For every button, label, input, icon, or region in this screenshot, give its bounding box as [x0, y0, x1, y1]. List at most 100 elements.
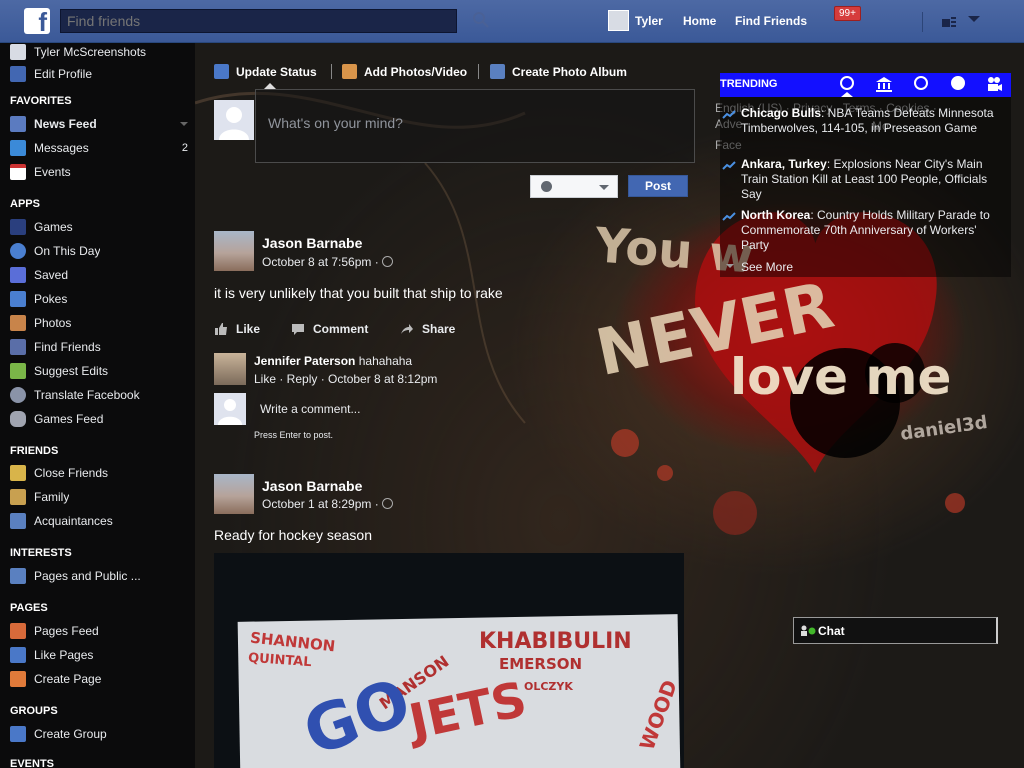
sidebar-item-create-group[interactable]: Create Group — [10, 725, 190, 743]
facebook-logo[interactable]: f — [24, 8, 50, 34]
sidebar-item-edit-profile[interactable]: Edit Profile — [10, 65, 190, 83]
press-enter-hint: Press Enter to post. — [254, 430, 334, 440]
top-navigation-bar: f Tyler Home Find Friends 99+ — [0, 0, 1024, 43]
trending-tab-politics-icon[interactable] — [840, 76, 854, 90]
clock-icon — [10, 243, 26, 259]
trending-tab-sports-icon[interactable] — [951, 76, 965, 90]
post-button[interactable]: Post — [628, 175, 688, 197]
logo-letter: f — [38, 8, 47, 34]
tab-add-photos[interactable]: Add Photos/Video — [342, 64, 467, 79]
trending-item[interactable]: Ankara, Turkey: Explosions Near City's M… — [741, 157, 1007, 202]
sidebar-heading-friends: FRIENDS — [10, 445, 59, 457]
action-label: Like — [236, 322, 261, 336]
tab-create-album[interactable]: Create Photo Album — [490, 64, 627, 79]
sidebar-item-label: News Feed — [34, 117, 97, 131]
nav-profile-link[interactable]: Tyler — [635, 14, 663, 28]
sidebar-item-find-friends[interactable]: Find Friends — [10, 338, 190, 356]
see-more-link[interactable]: See More — [741, 260, 793, 274]
sidebar-item-pokes[interactable]: Pokes — [10, 290, 190, 308]
sidebar-item-messages[interactable]: Messages 2 — [10, 139, 190, 157]
camera-icon — [342, 64, 357, 79]
status-textarea[interactable]: What's on your mind? — [255, 83, 695, 163]
avatar[interactable] — [214, 353, 246, 385]
post-photo[interactable]: SHANNON QUINTAL KHABIBULIN EMERSON MANSO… — [214, 553, 684, 768]
tab-label: Add Photos/Video — [364, 64, 468, 79]
trending-up-icon — [722, 161, 736, 170]
news-feed-options-icon[interactable] — [180, 122, 188, 126]
tab-divider — [478, 64, 479, 79]
sidebar-item-on-this-day[interactable]: On This Day — [10, 242, 190, 260]
trending-tab-entertainment-icon[interactable] — [986, 76, 1002, 92]
sidebar-item-like-pages[interactable]: Like Pages — [10, 646, 190, 664]
trending-tab-government-icon[interactable] — [875, 76, 893, 92]
search-input[interactable] — [60, 9, 457, 33]
trending-item[interactable]: Chicago Bulls: NBA Teams Defeats Minneso… — [741, 106, 1007, 136]
globe-icon — [10, 387, 26, 403]
sidebar-item-label: Photos — [34, 316, 72, 330]
post-timestamp[interactable]: October 8 at 7:56pm · — [262, 255, 393, 269]
profile-avatar-icon — [10, 44, 26, 60]
thumbs-up-icon — [215, 323, 227, 335]
sidebar-item-family[interactable]: Family — [10, 488, 190, 506]
share-button[interactable]: Share — [400, 322, 455, 336]
trending-tab-science-icon[interactable] — [914, 76, 928, 90]
like-button[interactable]: Like — [214, 322, 260, 336]
comment-button[interactable]: Comment — [291, 322, 368, 336]
sidebar-item-label: Edit Profile — [34, 67, 93, 81]
sidebar-item-games-feed[interactable]: Games Feed — [10, 410, 190, 428]
avatar[interactable] — [214, 231, 254, 271]
sidebar-item-translate[interactable]: Translate Facebook — [10, 386, 190, 404]
sidebar-item-label: Messages — [34, 141, 89, 155]
trending-item[interactable]: North Korea: Country Holds Military Para… — [741, 208, 1007, 253]
sidebar-item-photos[interactable]: Photos — [10, 314, 190, 332]
chat-bar[interactable]: Chat — [793, 617, 998, 644]
calendar-icon — [10, 164, 26, 180]
chevron-down-icon — [726, 264, 734, 268]
sidebar-item-news-feed[interactable]: News Feed — [10, 115, 190, 133]
sidebar-item-profile[interactable]: Tyler McScreenshots — [10, 43, 190, 61]
audience-selector[interactable] — [530, 175, 618, 198]
sidebar-item-pages-public[interactable]: Pages and Public ... — [10, 567, 190, 585]
sidebar-item-label: Find Friends — [34, 340, 101, 354]
comment-meta[interactable]: Like · Reply · October 8 at 8:12pm — [254, 372, 437, 386]
star-friends-icon — [10, 465, 26, 481]
pencil-icon — [10, 66, 26, 82]
nav-find-friends-link[interactable]: Find Friends — [735, 14, 807, 28]
paint-drop — [945, 493, 965, 513]
post-author[interactable]: Jason Barnabe — [262, 478, 362, 494]
sidebar-heading-interests: INTERESTS — [10, 547, 72, 559]
trending-up-icon — [722, 110, 736, 119]
avatar[interactable] — [608, 10, 629, 31]
post-timestamp[interactable]: October 1 at 8:29pm · — [262, 497, 393, 511]
trending-topic: Ankara, Turkey — [741, 157, 827, 171]
sidebar-item-pages-feed[interactable]: Pages Feed — [10, 622, 190, 640]
sidebar-heading-groups: GROUPS — [10, 705, 58, 717]
tab-update-status[interactable]: Update Status — [214, 64, 317, 79]
sidebar-item-games[interactable]: Games — [10, 218, 190, 236]
nav-home-link[interactable]: Home — [683, 14, 716, 28]
notification-badge[interactable]: 99+ — [834, 6, 861, 21]
comment-input[interactable]: Write a comment... — [260, 402, 360, 416]
sidebar-item-close-friends[interactable]: Close Friends — [10, 464, 190, 482]
action-label: Comment — [313, 322, 369, 336]
sidebar-item-events[interactable]: Events — [10, 163, 190, 181]
messages-count: 2 — [181, 142, 188, 154]
sidebar-item-label: Pages and Public ... — [34, 569, 141, 583]
sidebar-item-suggest-edits[interactable]: Suggest Edits — [10, 362, 190, 380]
account-menu-arrow-icon[interactable] — [968, 16, 980, 22]
sidebar-item-acquaintances[interactable]: Acquaintances — [10, 512, 190, 530]
ink-splat — [865, 343, 925, 403]
games-icon — [10, 219, 26, 235]
bookmark-icon — [10, 267, 26, 283]
search-icon[interactable] — [472, 11, 490, 29]
privacy-shortcuts-icon[interactable] — [941, 14, 957, 28]
avatar — [214, 393, 246, 425]
thumbs-up-icon — [10, 647, 26, 663]
trending-topic: Chicago Bulls — [741, 106, 822, 120]
post-text: Ready for hockey season — [214, 527, 372, 543]
avatar[interactable] — [214, 474, 254, 514]
sidebar-item-saved[interactable]: Saved — [10, 266, 190, 284]
sidebar-item-create-page[interactable]: Create Page — [10, 670, 190, 688]
comment-author[interactable]: Jennifer Paterson — [254, 354, 355, 368]
post-author[interactable]: Jason Barnabe — [262, 235, 362, 251]
